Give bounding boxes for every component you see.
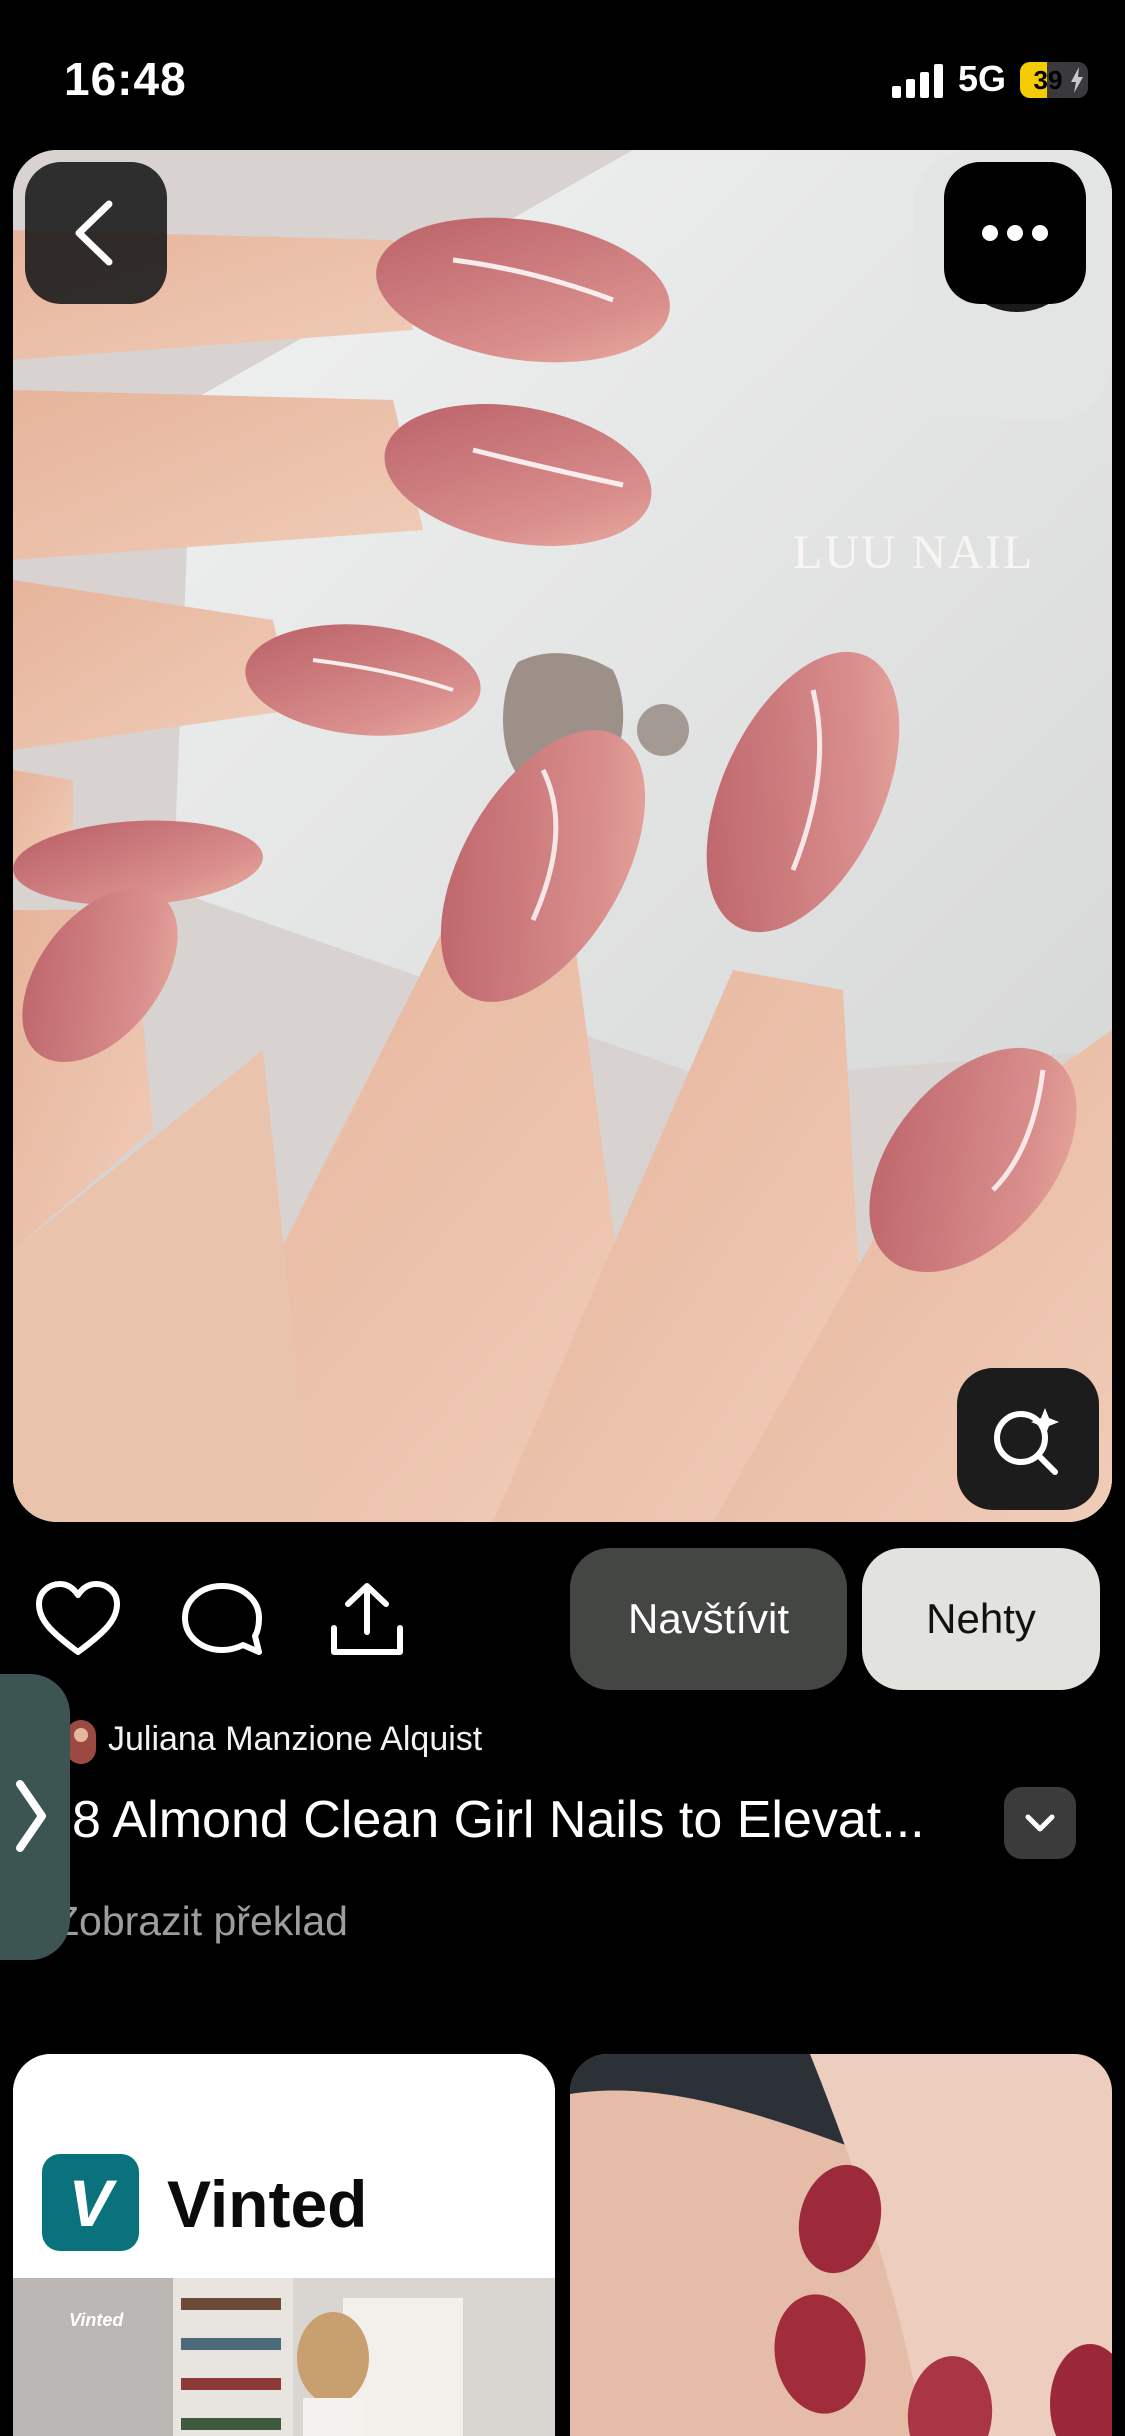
status-bar: 16:48 5G 39 bbox=[0, 0, 1125, 150]
ad-photo-brand: Vinted bbox=[69, 2310, 124, 2330]
show-translation-link[interactable]: Zobrazit překlad bbox=[54, 1898, 348, 1945]
pin-card-nails[interactable] bbox=[570, 2054, 1112, 2436]
pin-image[interactable]: LUU NAIL bbox=[13, 150, 1112, 1522]
heart-icon bbox=[36, 1581, 120, 1655]
battery-icon: 39 bbox=[1020, 62, 1088, 98]
ad-brand-name: Vinted bbox=[167, 2167, 368, 2241]
share-icon bbox=[331, 1583, 403, 1655]
comment-button[interactable] bbox=[177, 1580, 267, 1660]
board-button[interactable]: Nehty bbox=[862, 1548, 1100, 1690]
battery-percent: 39 bbox=[1033, 65, 1063, 95]
side-drawer-tab[interactable] bbox=[0, 1674, 70, 1960]
more-options-button[interactable] bbox=[944, 162, 1086, 304]
chevron-down-icon bbox=[1025, 1814, 1055, 1832]
ad-photo bbox=[13, 2278, 555, 2436]
visual-search-button[interactable] bbox=[957, 1368, 1099, 1510]
comment-icon bbox=[182, 1583, 262, 1655]
signal-icon bbox=[892, 64, 943, 98]
nail-photo bbox=[13, 150, 1112, 1522]
status-time: 16:48 bbox=[64, 53, 187, 105]
vinted-logo: V bbox=[42, 2154, 139, 2251]
ad-header: V Vinted bbox=[13, 2054, 555, 2278]
network-type: 5G bbox=[958, 58, 1007, 99]
nails-thumbnail bbox=[570, 2054, 1112, 2436]
share-button[interactable] bbox=[322, 1580, 412, 1660]
author-avatar[interactable] bbox=[66, 1720, 96, 1764]
chevron-right-icon bbox=[16, 1780, 46, 1852]
charging-bolt-icon bbox=[1071, 67, 1083, 93]
expand-title-button[interactable] bbox=[1004, 1787, 1076, 1859]
visual-search-icon bbox=[994, 1408, 1059, 1475]
chevron-left-icon bbox=[75, 200, 113, 266]
image-watermark: LUU NAIL bbox=[793, 526, 1035, 579]
ad-card[interactable]: V Vinted Vinted bbox=[13, 2054, 555, 2436]
pin-title: 8 Almond Clean Girl Nails to Elevat... bbox=[72, 1791, 925, 1849]
more-horizontal-icon bbox=[982, 225, 1048, 241]
author-name[interactable]: Juliana Manzione Alquist bbox=[108, 1720, 482, 1759]
back-button[interactable] bbox=[25, 162, 167, 304]
visit-button[interactable]: Navštívit bbox=[570, 1548, 847, 1690]
like-button[interactable] bbox=[33, 1580, 123, 1660]
